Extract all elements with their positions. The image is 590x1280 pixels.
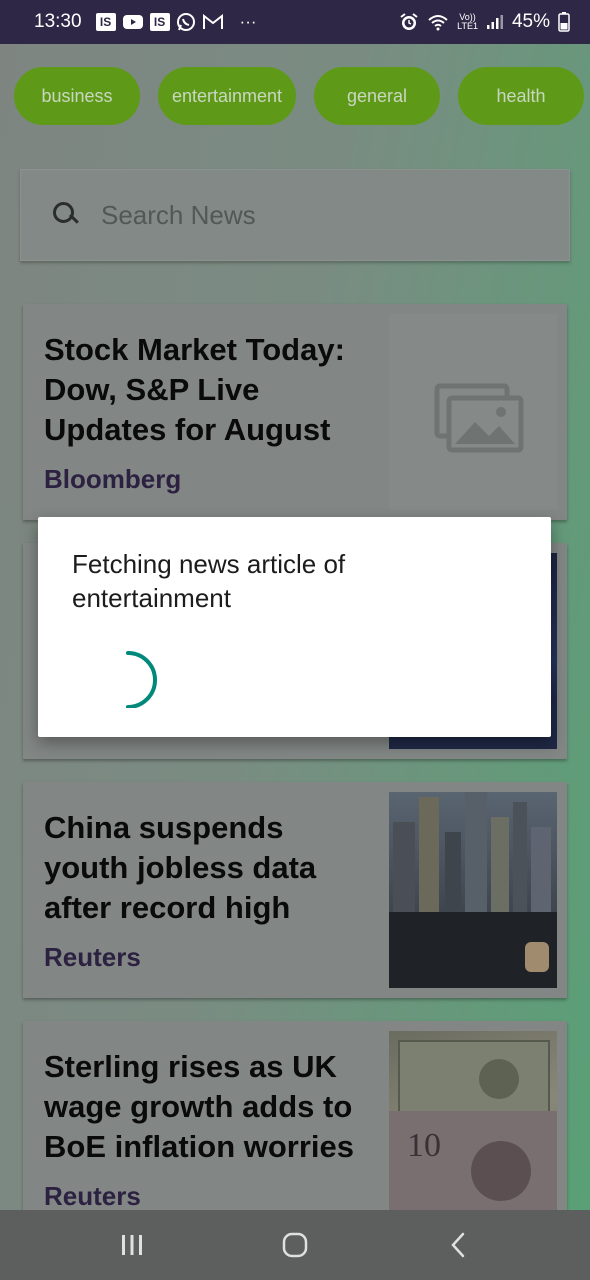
notification-icons: IS IS ··· [95,12,257,32]
news-card[interactable]: Sterling rises as UK wage growth adds to… [23,1021,567,1210]
news-card[interactable]: China suspends youth jobless data after … [23,782,567,998]
wifi-icon [428,15,448,31]
image-placeholder-icon [434,383,524,453]
more-notifications-icon: ··· [239,12,257,31]
city-skyline-photo [389,792,557,988]
home-button[interactable] [265,1215,325,1275]
lte-label: LTE1 [457,21,478,31]
category-chip-business[interactable]: business [14,67,140,125]
news-title: Stock Market Today: Dow, S&P Live Update… [44,332,345,447]
youtube-icon [122,15,143,29]
news-source: Bloomberg [44,464,182,494]
is-app-icon: IS [149,13,170,31]
back-button[interactable] [428,1215,488,1275]
navigation-bar [0,1210,590,1280]
status-bar: 13:30 IS IS ··· Vo)) LTE1 45% [0,0,590,44]
loading-spinner-icon [126,651,157,708]
signal-icon [486,15,503,29]
news-source: Reuters [44,1181,141,1210]
system-status-icons: Vo)) LTE1 45% [399,11,570,33]
news-title: China suspends youth jobless data after … [44,810,317,925]
whatsapp-icon [176,13,195,31]
battery-percent: 45% [511,11,550,32]
gmail-icon [202,14,223,29]
news-source: Reuters [44,942,141,972]
dialog-message: Fetching news article of entertainment [72,549,346,613]
recent-apps-button[interactable] [102,1215,162,1275]
category-chip-entertainment[interactable]: entertainment [158,67,296,125]
status-time: 13:30 [34,11,82,32]
back-icon [451,1232,465,1258]
loading-dialog: Fetching news article of entertainment [38,517,551,737]
home-icon [282,1232,308,1258]
news-image [389,314,557,510]
search-bar[interactable] [20,169,570,261]
search-icon[interactable] [53,202,79,228]
battery-icon [558,12,570,32]
recent-apps-icon [121,1235,142,1255]
category-chip-health[interactable]: health [458,67,584,125]
category-chips: business entertainment general health [14,67,584,125]
svg-text:10: 10 [407,1127,441,1164]
category-chip-general[interactable]: general [314,67,440,125]
is-app-icon: IS [95,13,116,31]
network-type: Vo)) LTE1 [457,13,478,31]
news-card[interactable]: Stock Market Today: Dow, S&P Live Update… [23,304,567,520]
banknotes-photo: 10 [389,1031,557,1210]
alarm-icon [400,13,418,30]
news-title: Sterling rises as UK wage growth adds to… [44,1049,355,1164]
search-input[interactable] [101,195,541,235]
